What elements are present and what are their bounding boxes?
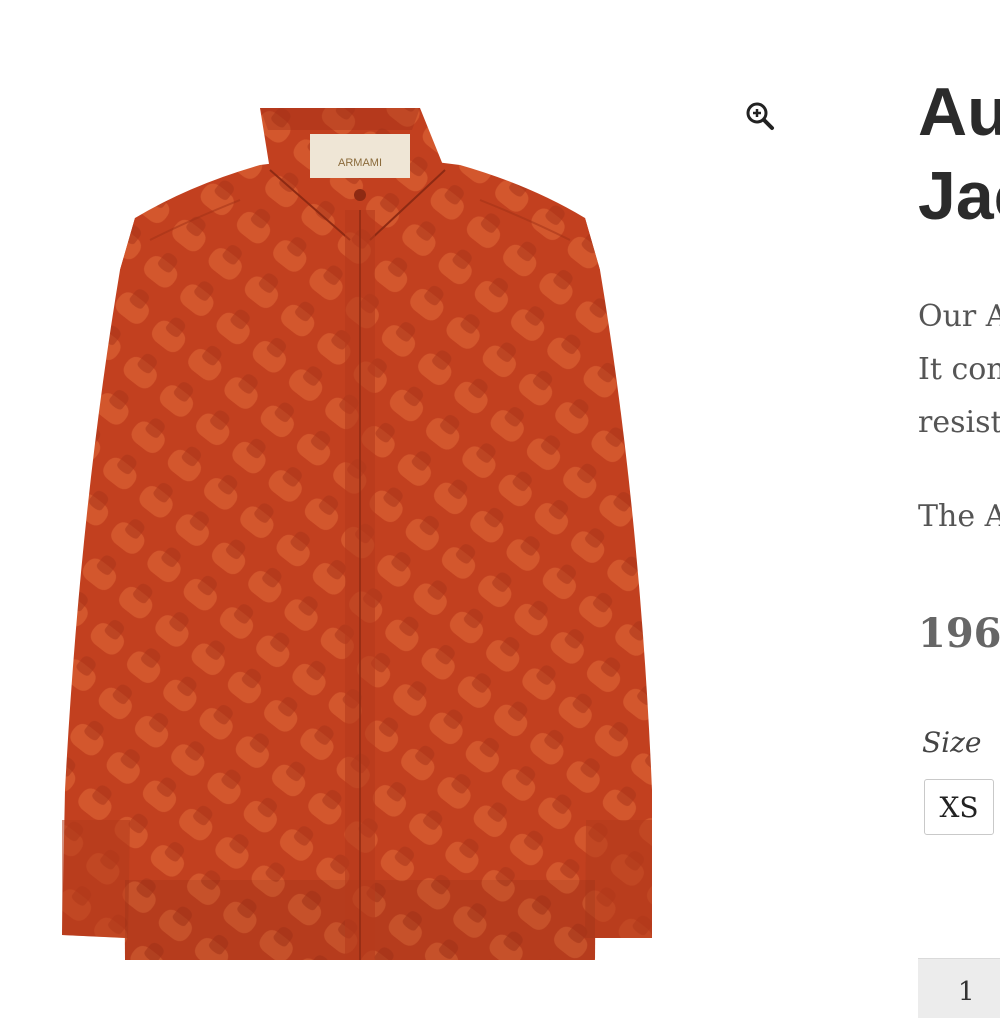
description-line1: Our A <box>918 299 1000 334</box>
product-title-line1: Au <box>918 74 1000 150</box>
product-info: Au Jac Our A It con resist The A 196. Si… <box>918 0 1000 1018</box>
product-description-2: The A <box>918 490 1000 543</box>
product-title: Au Jac <box>918 70 1000 238</box>
product-title-line2: Jac <box>918 158 1000 234</box>
quantity-input[interactable]: 1 <box>918 958 1000 1018</box>
product-image[interactable]: ARMAMI <box>40 90 680 960</box>
zoom-in-icon <box>746 102 774 130</box>
size-option-xs[interactable]: XS <box>924 779 994 835</box>
zoom-button[interactable] <box>742 98 778 134</box>
description-line3: resist <box>918 405 1000 440</box>
product-description: Our A It con resist <box>918 290 1000 449</box>
description-line2: It con <box>918 352 1000 387</box>
description-line4: The A <box>918 499 1000 534</box>
size-label: Size <box>922 726 982 759</box>
svg-text:ARMAMI: ARMAMI <box>338 157 382 169</box>
product-price: 196. <box>918 610 1000 657</box>
product-gallery: ARMAMI <box>0 0 900 1000</box>
